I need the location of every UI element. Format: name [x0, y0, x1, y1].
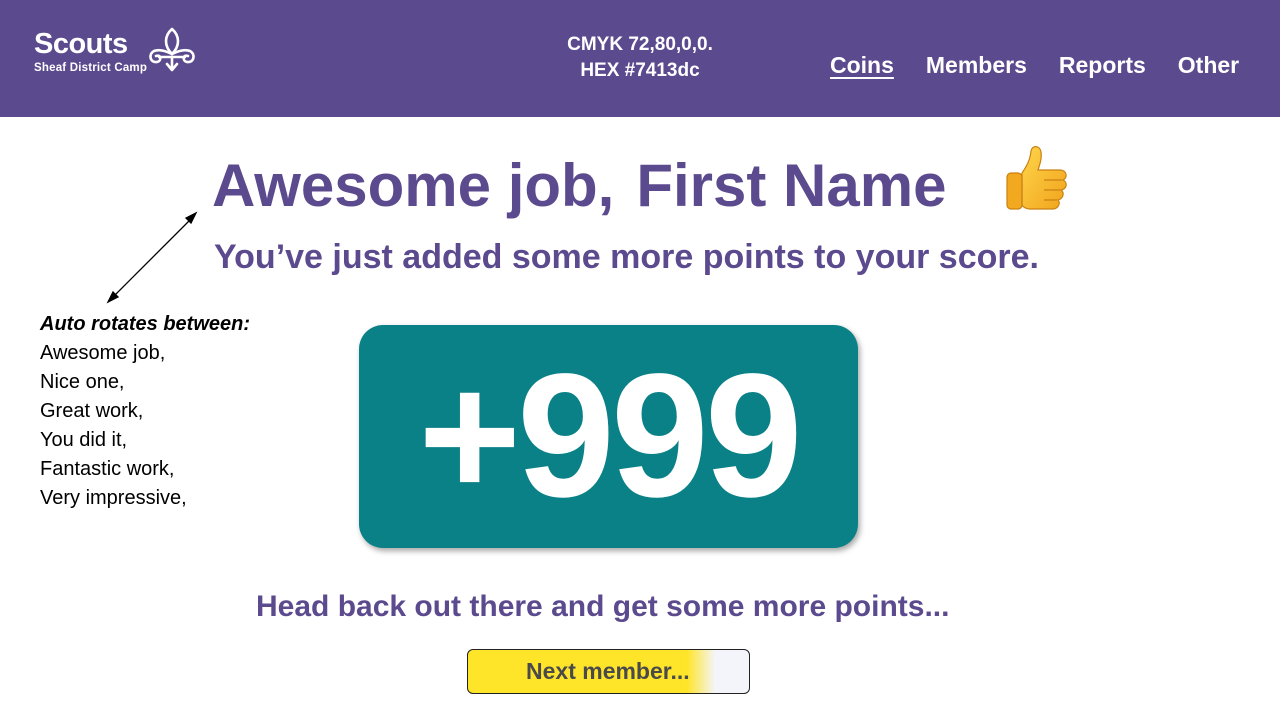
logo-subtitle: Sheaf District Camp [34, 62, 148, 74]
brand-color-note: CMYK 72,80,0,0. HEX #7413dc [490, 32, 790, 84]
annotation-option: Very impressive, [40, 487, 187, 509]
fleur-de-lis-icon [149, 27, 195, 72]
nav-members[interactable]: Members [926, 51, 1027, 79]
annotation-option: You did it, [40, 429, 128, 451]
header-bar: Scouts Sheaf District Camp CMYK 72,80,0,… [0, 0, 1280, 117]
annotation-option: Awesome job, [40, 342, 166, 364]
encouragement-text: Head back out there and get some more po… [256, 590, 950, 623]
page-headline: Awesome job, First Name [212, 150, 946, 222]
thumbs-up-icon [1006, 146, 1067, 210]
annotation-title: Auto rotates between: [40, 313, 251, 335]
nav-other[interactable]: Other [1178, 51, 1239, 79]
color-hex: HEX #7413dc [580, 60, 700, 81]
annotation-option: Fantastic work, [40, 458, 175, 480]
nav-reports[interactable]: Reports [1059, 51, 1146, 79]
annotation-option: Nice one, [40, 371, 125, 393]
rotation-annotation: Auto rotates between: Awesome job, Nice … [40, 310, 250, 513]
points-score-badge: +999 [359, 325, 858, 548]
annotation-option: Great work, [40, 400, 144, 422]
next-member-button[interactable]: Next member... [467, 649, 750, 694]
points-added-message: You’ve just added some more points to yo… [214, 238, 1039, 276]
nav-coins[interactable]: Coins [830, 51, 894, 79]
member-name: First Name [636, 152, 947, 219]
color-cmyk: CMYK 72,80,0,0. [567, 34, 713, 55]
logo-wordmark: Scouts [34, 28, 128, 60]
double-arrow-icon [106, 211, 198, 304]
scouts-logo[interactable]: Scouts Sheaf District Camp [34, 28, 148, 75]
greeting-text: Awesome job, [212, 152, 615, 219]
main-nav: Coins Members Reports Other [830, 51, 1239, 79]
